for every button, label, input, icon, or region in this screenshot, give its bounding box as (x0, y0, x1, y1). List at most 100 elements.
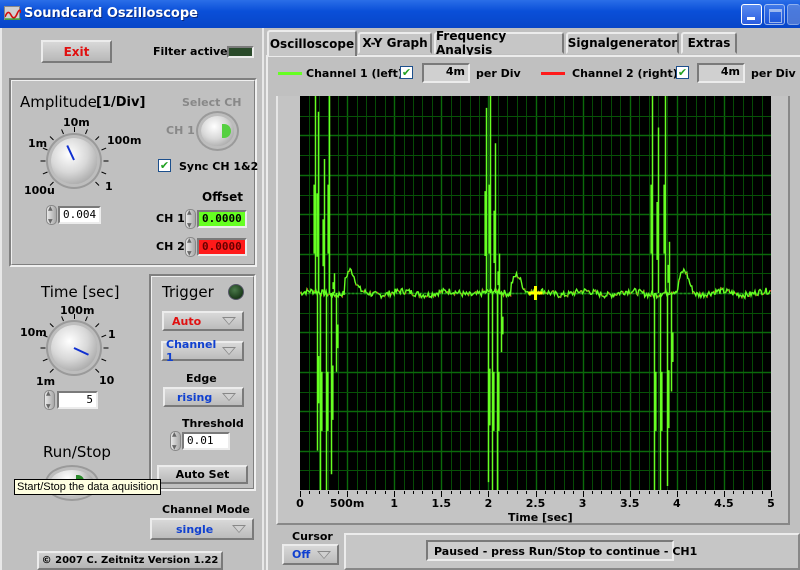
close-button[interactable] (787, 4, 800, 25)
time-knob-label-100m: 100m (60, 304, 95, 317)
chevron-down-icon (222, 317, 236, 325)
x-tick-label: 2.5 (525, 497, 546, 510)
cursor-dropdown[interactable]: Off (282, 544, 339, 565)
sync-ch-label: Sync CH 1&2 (179, 160, 259, 173)
amplitude-knob[interactable] (51, 138, 97, 184)
select-ch-indicator (222, 124, 231, 138)
time-knob-label-1: 1 (108, 328, 116, 341)
time-title: Time [sec] (41, 283, 120, 301)
chevron-down-icon (222, 393, 236, 401)
amp-knob-label-100m: 100m (107, 134, 142, 147)
x-tick-label: 0 (296, 497, 304, 510)
trigger-edge-dropdown[interactable]: rising (163, 387, 244, 407)
amplitude-value-field[interactable]: 0.004 (58, 206, 101, 224)
x-axis-title: Time [sec] (508, 511, 573, 524)
title-bar: Soundcard Oszilloscope (0, 0, 800, 28)
x-tick-label: 500m (329, 497, 365, 510)
amp-knob-label-10m: 10m (63, 116, 90, 129)
tab-extras[interactable]: Extras (681, 32, 737, 54)
select-ch-button[interactable] (201, 116, 234, 146)
time-knob-tick (74, 314, 75, 319)
tab-xy-graph[interactable]: X-Y Graph (358, 32, 432, 54)
chevron-down-icon (222, 347, 236, 355)
graph-frame-top (276, 88, 790, 96)
x-tick-label: 5 (767, 497, 775, 510)
amp-knob-label-1: 1 (105, 180, 113, 193)
time-knob-needle (73, 347, 89, 356)
trigger-source-dropdown[interactable]: Channel 1 (161, 338, 244, 364)
x-tick-label: 4 (672, 497, 681, 510)
channel1-per-div-field[interactable]: 4m (422, 63, 470, 83)
status-text: Paused - press Run/Stop to continue - CH… (426, 540, 697, 561)
x-tick-label: 4.5 (714, 497, 734, 510)
chevron-down-icon (317, 550, 331, 559)
tab-oscilloscope[interactable]: Oscilloscope (267, 30, 357, 56)
offset-title: Offset (202, 190, 243, 204)
threshold-spinner[interactable] (170, 431, 181, 451)
select-ch-value: CH 1 (166, 124, 195, 137)
offset-ch2-field[interactable]: 0.0000 (197, 238, 247, 256)
window-title: Soundcard Oszilloscope (24, 6, 198, 21)
filter-active-label: Filter active (153, 45, 228, 58)
sync-ch-checkbox[interactable]: ✔ (158, 159, 171, 172)
channel2-checkbox[interactable]: ✔ (676, 66, 689, 79)
channel-mode-label: Channel Mode (162, 503, 250, 516)
oscilloscope-plot[interactable] (300, 96, 771, 490)
cursor-value: Off (292, 548, 311, 561)
offset-ch1-spinner[interactable] (185, 209, 196, 229)
amplitude-title: Amplitude (20, 93, 97, 111)
time-value-field[interactable]: 5 (57, 391, 98, 409)
x-tick-label: 2 (484, 497, 493, 510)
x-tick-label: 1 (390, 497, 399, 510)
exit-button[interactable]: Exit (41, 40, 112, 63)
amplitude-knob-tick (74, 127, 75, 132)
time-knob[interactable] (51, 325, 97, 371)
channel2-per-div-field[interactable]: 4m (697, 63, 745, 83)
channel1-per-div-label: per Div (476, 67, 521, 80)
amplitude-spinner[interactable] (46, 205, 57, 225)
maximize-button[interactable] (764, 4, 785, 25)
amplitude-unit: [1/Div] (96, 95, 146, 110)
threshold-field[interactable]: 0.01 (182, 432, 230, 450)
tab-signalgenerator[interactable]: Signalgenerator (566, 32, 679, 54)
offset-ch2-label: CH 2 (156, 240, 185, 253)
minimize-button[interactable] (741, 4, 762, 25)
cursor-crosshair-icon (528, 286, 543, 300)
offset-ch1-label: CH 1 (156, 212, 185, 225)
trigger-title: Trigger (162, 283, 214, 301)
cursor-label: Cursor (292, 530, 333, 543)
channel2-color-swatch (541, 72, 565, 75)
channel1-checkbox[interactable]: ✔ (400, 66, 413, 79)
x-tick-label: 3 (578, 497, 587, 510)
select-ch-label: Select CH (182, 96, 242, 109)
run-stop-tooltip: Start/Stop the data aquisition (14, 479, 162, 495)
channel2-per-div-label: per Div (751, 67, 796, 80)
chevron-down-icon (232, 525, 246, 533)
offset-ch1-field[interactable]: 0.0000 (197, 210, 247, 228)
channel1-label: Channel 1 (left) (306, 67, 403, 80)
tab-frequency-analysis[interactable]: Frequency Analysis (434, 29, 564, 57)
copyright-label: © 2007 C. Zeitnitz Version 1.22 (37, 551, 223, 570)
threshold-label: Threshold (182, 417, 244, 430)
time-knob-label-1m: 1m (36, 375, 56, 388)
amplitude-knob-needle (66, 145, 75, 161)
x-tick-label: 3.5 (619, 497, 640, 510)
trigger-edge-value: rising (177, 390, 213, 404)
amplitude-knob-tick (40, 160, 46, 162)
auto-set-button[interactable]: Auto Set (157, 465, 248, 484)
x-tick-label: 1.5 (431, 497, 452, 510)
channel-mode-dropdown[interactable]: single (150, 518, 254, 540)
app-icon (4, 6, 22, 20)
filter-active-led (227, 46, 254, 58)
trigger-mode-value: Auto (172, 314, 202, 328)
trigger-led (228, 284, 244, 300)
amplitude-knob-tick (103, 160, 109, 162)
time-spinner[interactable] (44, 390, 55, 410)
time-knob-tick (103, 347, 109, 349)
edge-label: Edge (186, 372, 217, 385)
offset-ch2-spinner[interactable] (185, 237, 196, 257)
trigger-mode-dropdown[interactable]: Auto (162, 311, 244, 331)
channel1-color-swatch (278, 72, 302, 75)
trigger-source-value: Channel 1 (166, 338, 217, 364)
time-knob-tick (40, 347, 46, 349)
